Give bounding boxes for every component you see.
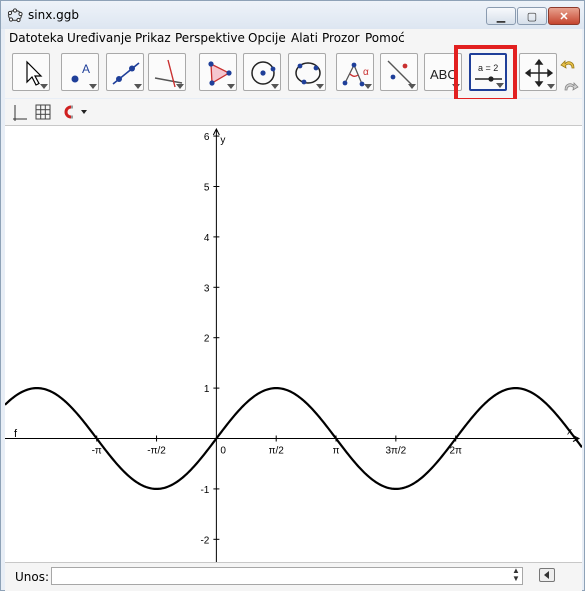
y-tick-label: 4 [204, 233, 210, 244]
window-title: sinx.ggb [28, 8, 79, 22]
minimize-button[interactable]: ▁ [486, 7, 516, 25]
input-label: Unos: [15, 570, 50, 584]
point-capturing-magnet-icon[interactable] [64, 105, 73, 119]
text-tool-label: ABC [430, 67, 457, 82]
function-label: f [14, 428, 18, 440]
app-window: sinx.ggb ▁ ▢ ✕ Datoteka Uređivanje Prika… [0, 0, 585, 591]
input-help-button[interactable] [539, 568, 555, 582]
y-tick-label: 2 [204, 334, 210, 345]
polygon-tool-button[interactable] [199, 53, 237, 91]
point-tool-button[interactable]: A [61, 53, 99, 91]
menu-pomoc[interactable]: Pomoć [365, 31, 405, 45]
magnet-dropdown-icon[interactable] [81, 110, 87, 114]
x-tick-label: -π [92, 446, 102, 457]
maximize-icon: ▢ [526, 10, 538, 23]
move-tool-button[interactable] [12, 53, 50, 91]
y-tick-label: -1 [200, 485, 209, 496]
input-help-icon [544, 571, 549, 579]
menu-datoteka[interactable]: Datoteka [9, 31, 64, 45]
minimize-icon: ▁ [496, 10, 506, 23]
menu-prozor[interactable]: Prozor [322, 31, 360, 45]
y-axis-label: y [220, 135, 225, 146]
circle-three-points-tool-button[interactable] [288, 53, 326, 91]
undo-icon[interactable] [560, 60, 575, 69]
undo-redo-group [560, 60, 579, 91]
close-icon: ✕ [559, 10, 569, 23]
slider-tool-highlight-box [454, 45, 517, 102]
reflect-tool-button[interactable] [380, 53, 418, 91]
command-input[interactable] [51, 567, 523, 585]
line-tool-button[interactable] [106, 53, 144, 91]
menu-opcije[interactable]: Opcije [248, 31, 286, 45]
y-tick-label: 5 [204, 182, 210, 193]
menu-prikaz[interactable]: Prikaz [135, 31, 171, 45]
geogebra-logo-icon [7, 8, 23, 23]
menu-uredivanje[interactable]: Uređivanje [67, 31, 132, 45]
redo-icon[interactable] [564, 82, 579, 91]
graphics-view[interactable]: x y -π -π/2 π/2 π 3π/2 2π 6 5 4 3 2 1 -1 -2 0 f [5, 126, 582, 562]
x-tick-label: π [333, 446, 340, 457]
y-tick-label: -2 [200, 535, 209, 546]
point-tool-label: A [82, 62, 90, 76]
grid-toggle-icon[interactable] [35, 104, 51, 120]
title-bar[interactable]: sinx.ggb ▁ ▢ ✕ [1, 1, 584, 29]
maximize-button[interactable]: ▢ [517, 7, 547, 25]
close-button[interactable]: ✕ [548, 7, 580, 25]
y-tick-label: 3 [204, 283, 210, 294]
style-bar [5, 99, 582, 126]
y-tick-label: 1 [204, 384, 210, 395]
x-tick-label: 3π/2 [385, 446, 406, 457]
origin-label: 0 [220, 446, 226, 457]
perpendicular-line-tool-button[interactable] [148, 53, 186, 91]
function-plot: xy-π -π/2 π/2 π 3π/2 2π654321-1-20f [5, 127, 582, 562]
angle-tool-button[interactable]: α [336, 53, 374, 91]
menu-alati[interactable]: Alati [291, 31, 318, 45]
x-tick-label: 2π [449, 446, 462, 457]
axes-toggle-icon[interactable] [13, 105, 27, 121]
circle-tool-button[interactable] [243, 53, 281, 91]
move-graphics-view-tool-button[interactable] [519, 53, 557, 91]
y-tick-label: 6 [204, 132, 210, 143]
angle-tool-label: α [363, 67, 369, 78]
input-bar: Unos: ▲ ▼ [5, 562, 582, 591]
menu-perspektive[interactable]: Perspektive [175, 31, 245, 45]
x-tick-label: -π/2 [147, 446, 166, 457]
x-tick-label: π/2 [269, 446, 285, 457]
input-history-spinner-icon[interactable]: ▲ ▼ [509, 567, 523, 585]
